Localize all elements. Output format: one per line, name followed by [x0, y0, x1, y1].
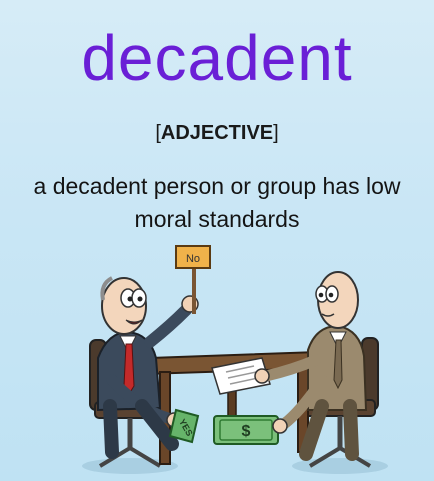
money-bundle: $ [213, 415, 279, 445]
pos-label: ADJECTIVE [160, 122, 274, 144]
illustration: No YES $ [82, 245, 388, 474]
word-title: decadent [81, 22, 353, 94]
money-symbol: $ [242, 423, 251, 440]
no-sign: No [175, 245, 211, 314]
no-sign-text: No [186, 253, 200, 265]
definition-text: a decadent person or group has low moral… [33, 173, 401, 232]
part-of-speech: [ADJECTIVE] [0, 122, 434, 145]
yes-envelope: YES [168, 408, 200, 444]
pos-close-bracket: ] [273, 122, 279, 144]
